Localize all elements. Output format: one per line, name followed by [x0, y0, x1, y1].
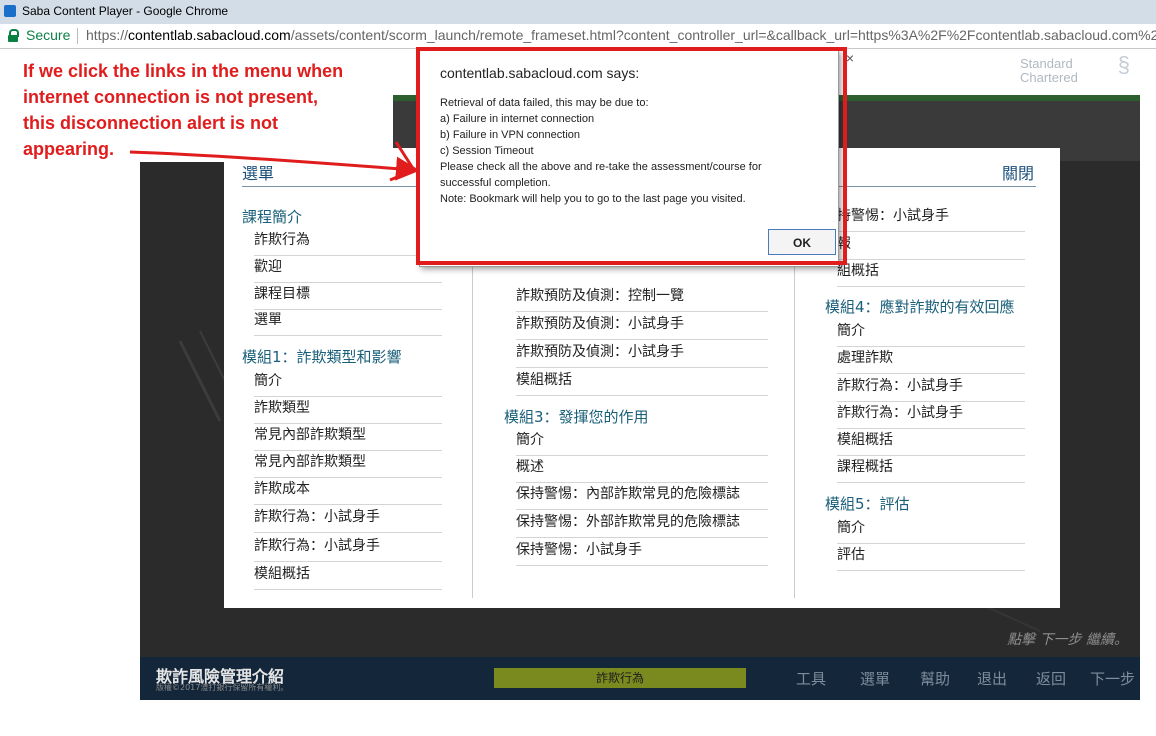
menu-item[interactable]: 保持警惕：內部詐欺常見的危險標誌: [516, 482, 768, 510]
next-button[interactable]: 下一步: [1090, 668, 1135, 689]
current-page-label: 詐欺行為: [494, 668, 746, 688]
menu-item[interactable]: 常見內部詐欺類型: [254, 450, 442, 478]
menu-item[interactable]: 詐欺預防及偵測：控制一覽: [516, 284, 768, 312]
menu-item[interactable]: 詐欺預防及偵測：小試身手: [516, 312, 768, 340]
menu-item[interactable]: 詐欺行為：小試身手: [837, 401, 1025, 429]
menu-item[interactable]: 模組概括: [254, 562, 442, 590]
close-icon[interactable]: ×: [846, 50, 854, 66]
copyright-text: 版權©2017渣打銀行保留所有權利。: [156, 683, 289, 692]
menu-item[interactable]: 選單: [254, 308, 442, 336]
back-button[interactable]: 返回: [1036, 668, 1066, 689]
menu-item[interactable]: 保持警惕：小試身手: [516, 538, 768, 566]
url-text[interactable]: https://contentlab.sabacloud.com/assets/…: [86, 27, 1156, 43]
section-module-1[interactable]: 模組1：詐欺類型和影響: [242, 346, 402, 367]
menu-item[interactable]: 課程概括: [837, 455, 1025, 483]
menu-item[interactable]: 組概括: [837, 259, 1025, 287]
menu-item[interactable]: 詐欺行為：小試身手: [254, 505, 442, 533]
menu-item[interactable]: 詐欺類型: [254, 396, 442, 424]
menu-title: 選單: [242, 164, 275, 183]
logo-mark-icon: §: [1117, 52, 1130, 77]
standard-chartered-logo: Standard Chartered §: [1020, 52, 1130, 89]
menu-item[interactable]: 詐欺行為：小試身手: [254, 534, 442, 562]
logo-text-2: Chartered: [1020, 70, 1078, 85]
address-separator: [77, 28, 78, 44]
menu-item[interactable]: 簡介: [254, 369, 442, 397]
section-module-5[interactable]: 模組5：評估: [825, 493, 910, 514]
section-module-4[interactable]: 模組4：應對詐欺的有效回應: [825, 296, 1015, 317]
menu-item[interactable]: 概述: [516, 455, 768, 483]
logo-text-1: Standard: [1020, 56, 1073, 71]
help-button[interactable]: 幫助: [920, 668, 950, 689]
next-hint-text: 點擊 下一步 繼續。: [1007, 632, 1128, 648]
section-intro[interactable]: 課程簡介: [242, 206, 302, 227]
menu-item[interactable]: 模組概括: [516, 368, 768, 396]
menu-item[interactable]: 簡介: [837, 516, 1025, 544]
menu-item[interactable]: 詐欺預防及偵測：小試身手: [516, 340, 768, 368]
menu-item[interactable]: 評估: [837, 543, 1025, 571]
exit-button[interactable]: 退出: [977, 668, 1007, 689]
annotation-line: If we click the links in the menu when: [23, 61, 344, 81]
menu-item[interactable]: 詐欺行為: [254, 228, 442, 256]
annotation-line: this disconnection alert is not: [23, 113, 279, 133]
annotation-text: If we click the links in the menu when i…: [23, 58, 393, 162]
menu-item[interactable]: 模組概括: [837, 428, 1025, 456]
url-host: contentlab.sabacloud.com: [128, 27, 291, 43]
lock-icon[interactable]: [8, 29, 19, 42]
tools-button[interactable]: 工具: [796, 668, 826, 689]
menu-item[interactable]: 詐欺行為：小試身手: [837, 374, 1025, 402]
menu-item[interactable]: 歡迎: [254, 255, 442, 283]
menu-item[interactable]: 詐欺成本: [254, 477, 442, 505]
address-bar[interactable]: Secure https://contentlab.sabacloud.com/…: [0, 24, 1156, 49]
secure-label[interactable]: Secure: [26, 27, 70, 43]
window-titlebar: Saba Content Player - Google Chrome: [0, 0, 1156, 25]
menu-item[interactable]: 處理詐欺: [837, 346, 1025, 374]
url-path: /assets/content/scorm_launch/remote_fram…: [290, 27, 1156, 43]
window-title: Saba Content Player - Google Chrome: [22, 4, 229, 18]
menu-close-link[interactable]: 關閉: [1002, 160, 1034, 184]
annotation-line: appearing.: [23, 139, 115, 159]
menu-button[interactable]: 選單: [860, 668, 890, 689]
menu-item[interactable]: 課程目標: [254, 282, 442, 310]
menu-item[interactable]: 報: [837, 232, 1025, 260]
app-icon: [4, 5, 16, 17]
menu-item[interactable]: 持警惕：小試身手: [837, 204, 1025, 232]
menu-item[interactable]: 簡介: [837, 319, 1025, 347]
course-footer: 欺詐風險管理介紹 版權©2017渣打銀行保留所有權利。 詐欺行為 工具 選單 幫…: [140, 657, 1140, 700]
menu-item[interactable]: 簡介: [516, 428, 768, 456]
url-scheme: https://: [86, 27, 129, 43]
highlight-box: [416, 47, 847, 265]
annotation-line: internet connection is not present,: [23, 87, 319, 107]
menu-item[interactable]: 保持警惕：外部詐欺常見的危險標誌: [516, 510, 768, 538]
section-module-3[interactable]: 模組3：發揮您的作用: [504, 406, 649, 427]
menu-item[interactable]: 常見內部詐欺類型: [254, 423, 442, 451]
